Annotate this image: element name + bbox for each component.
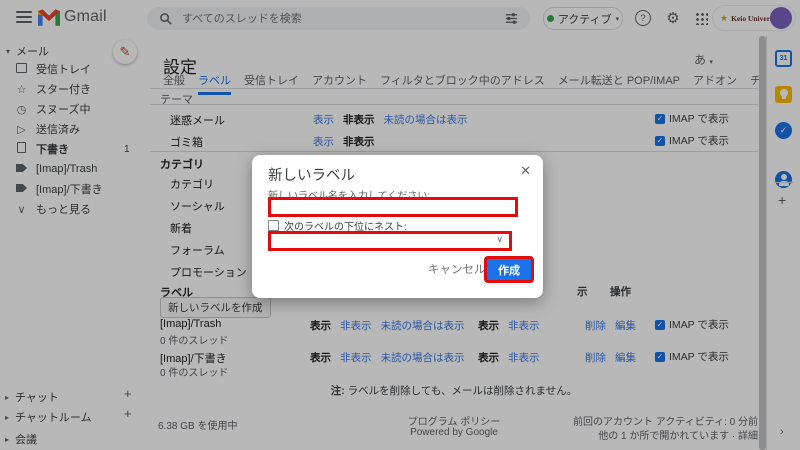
gmail-settings-page: Gmail アクティブ ▾ ? ⚙ ★ Keio University ▾ メー… bbox=[0, 0, 800, 450]
parent-label-select[interactable]: ∨ bbox=[268, 231, 512, 251]
checkbox-unchecked-icon[interactable] bbox=[268, 220, 279, 231]
close-icon[interactable]: ✕ bbox=[520, 163, 531, 179]
label-name-input[interactable] bbox=[268, 197, 518, 217]
create-button[interactable]: 作成 bbox=[484, 256, 534, 283]
new-label-dialog: 新しいラベル ✕ 新しいラベル名を入力してください: 次のラベルの下位にネスト:… bbox=[252, 155, 543, 298]
dialog-title: 新しいラベル bbox=[268, 164, 355, 185]
cancel-button[interactable]: キャンセル bbox=[428, 261, 486, 277]
chevron-down-icon: ∨ bbox=[496, 234, 503, 245]
